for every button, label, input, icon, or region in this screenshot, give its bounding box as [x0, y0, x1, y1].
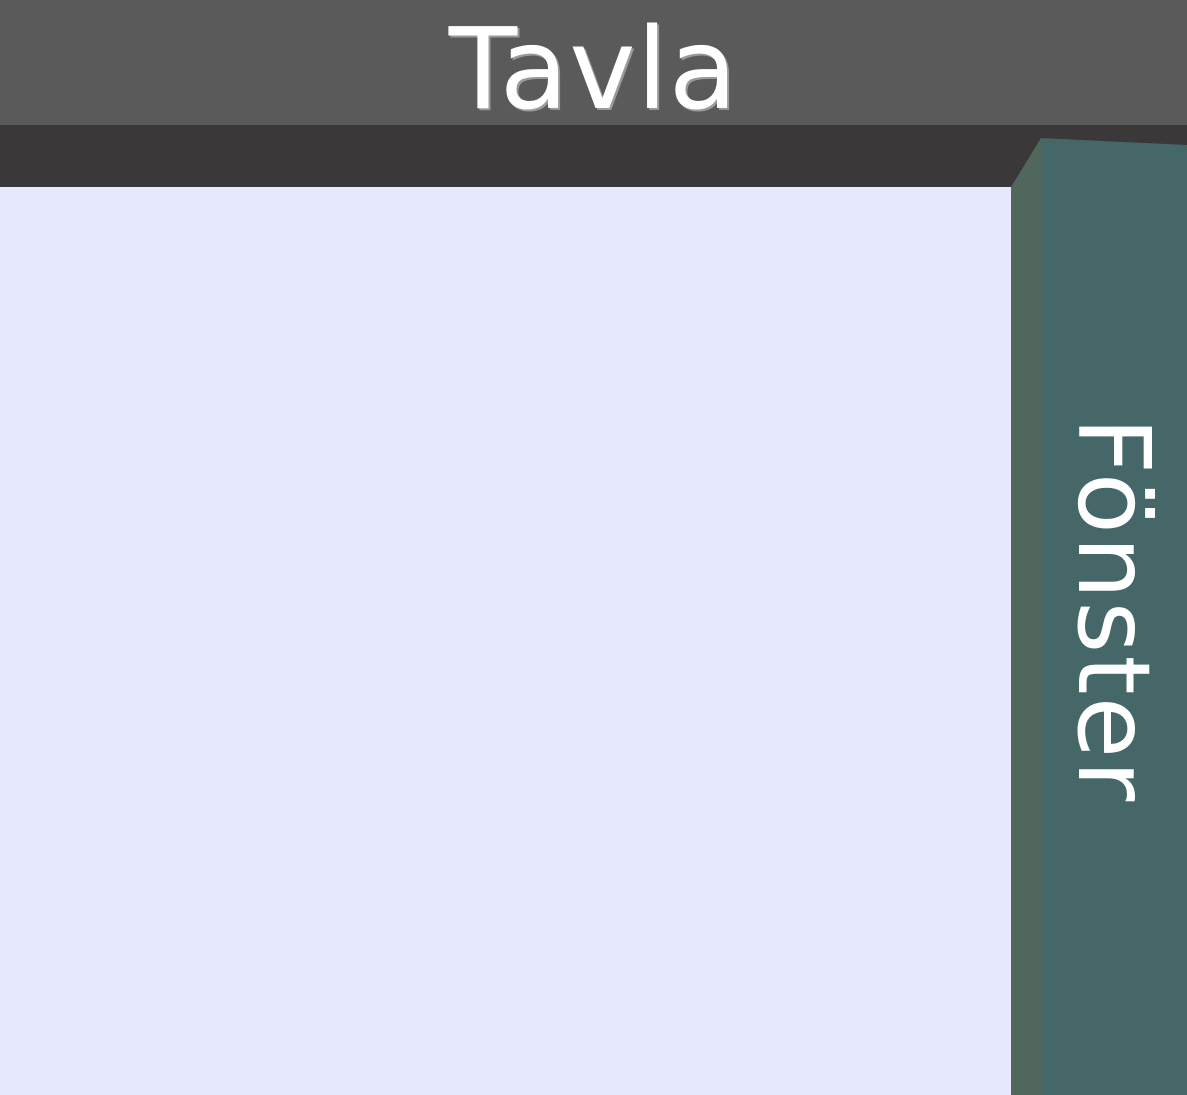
- window-label: Fönster: [1055, 416, 1172, 804]
- game-scene: Tavla Fönster: [0, 0, 1187, 1095]
- window-edge: [1011, 138, 1041, 1095]
- window-panel[interactable]: [0, 0, 1187, 1095]
